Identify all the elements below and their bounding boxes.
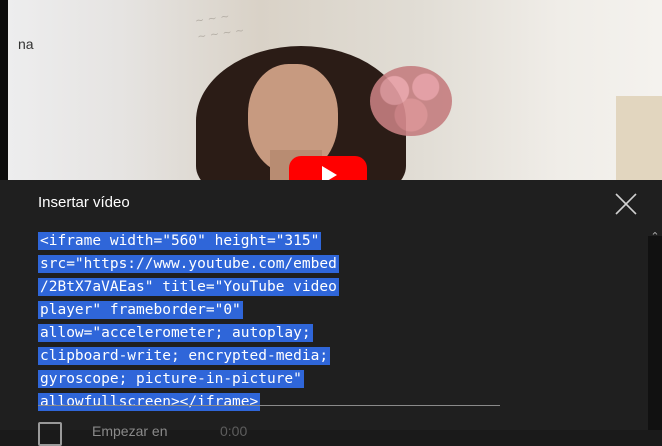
background-object	[616, 96, 662, 180]
youtube-play-icon[interactable]	[289, 156, 367, 180]
textarea-underline	[38, 405, 500, 406]
embed-code-line: <iframe width="560" height="315"	[38, 232, 322, 250]
close-icon	[615, 193, 637, 215]
scrollbar[interactable]	[648, 236, 662, 430]
embed-code-line: /2BtX7aVAEas" title="YouTube video	[38, 278, 339, 296]
video-edge	[0, 0, 8, 180]
embed-code-line: allowfullscreen></iframe>	[38, 393, 261, 411]
start-at-row: Empezar en 0:00	[38, 420, 298, 446]
start-at-label: Empezar en	[92, 423, 168, 439]
flowers	[370, 66, 452, 136]
close-button[interactable]	[610, 188, 642, 220]
embed-code-line: clipboard-write; encrypted-media;	[38, 347, 331, 365]
dialog-title: Insertar vídeo	[38, 194, 130, 211]
start-at-checkbox[interactable]	[38, 422, 62, 446]
embed-code-line: gyroscope; picture-in-picture"	[38, 370, 304, 388]
embed-code-textarea[interactable]: <iframe width="560" height="315" src="ht…	[38, 230, 502, 411]
embed-code-line: src="https://www.youtube.com/embed	[38, 255, 339, 273]
embed-code-line: allow="accelerometer; autoplay;	[38, 324, 313, 342]
video-overlay-text: na	[18, 36, 34, 52]
video-player[interactable]: na ~ ~ ~ ~ ~ ~ ~	[0, 0, 662, 180]
start-at-time: 0:00	[220, 423, 248, 439]
embed-dialog: Insertar vídeo <iframe width="560" heigh…	[0, 180, 662, 446]
wall-decoration: ~ ~ ~ ~ ~ ~ ~	[194, 9, 246, 44]
embed-code-line: player" frameborder="0"	[38, 301, 243, 319]
